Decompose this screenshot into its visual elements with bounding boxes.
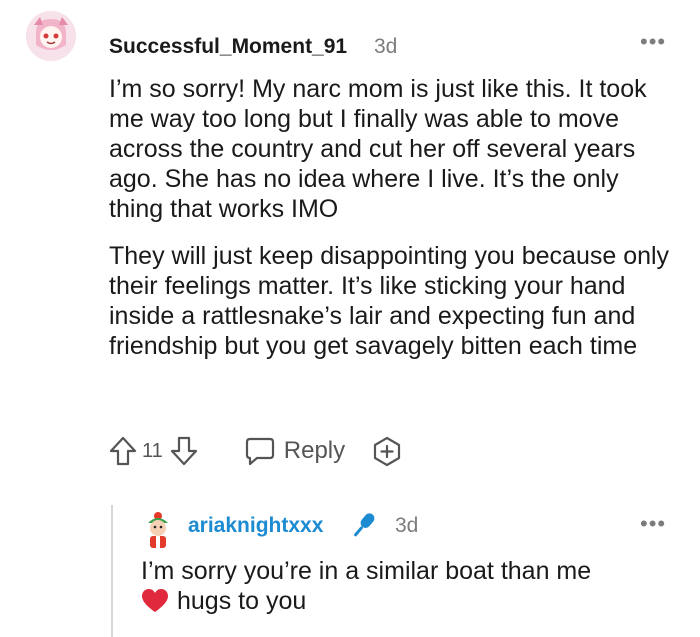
reply-bubble-icon xyxy=(244,436,276,466)
reply-text-hugs: hugs to you xyxy=(177,587,307,615)
more-options-icon[interactable]: ••• xyxy=(640,31,666,53)
comment-actions: 11 Reply xyxy=(108,435,403,467)
reply-body: I’m sorry you’re in a similar boat than … xyxy=(141,556,681,616)
upvote-arrow-icon[interactable] xyxy=(108,435,138,467)
thread-line[interactable] xyxy=(111,505,113,637)
comment-username[interactable]: Successful_Moment_91 xyxy=(109,35,347,59)
reply-timestamp: 3d xyxy=(395,514,419,537)
reply-text-line: I’m sorry you’re in a similar boat than … xyxy=(141,557,592,585)
downvote-arrow-icon[interactable] xyxy=(169,435,199,467)
reply-button[interactable]: Reply xyxy=(244,436,345,466)
reply-avatar[interactable] xyxy=(142,511,174,549)
comment-paragraph: They will just keep disappointing you be… xyxy=(109,242,670,360)
reply-label: Reply xyxy=(283,437,346,464)
comment-body: I’m so sorry! My narc mom is just like t… xyxy=(109,74,679,361)
vote-count: 11 xyxy=(142,439,163,462)
avatar-image xyxy=(26,11,76,61)
reply-text-line: hugs to you xyxy=(141,586,681,616)
avatar[interactable] xyxy=(26,11,76,61)
heart-icon xyxy=(141,588,169,614)
reply-username[interactable]: ariaknightxxx xyxy=(188,514,323,538)
comment-timestamp: 3d xyxy=(374,35,398,58)
reply-avatar-image xyxy=(148,512,168,548)
comment-paragraph: I’m so sorry! My narc mom is just like t… xyxy=(109,75,647,223)
award-plus-icon[interactable] xyxy=(371,435,403,467)
microphone-icon xyxy=(346,509,380,543)
more-options-icon[interactable]: ••• xyxy=(640,513,666,535)
